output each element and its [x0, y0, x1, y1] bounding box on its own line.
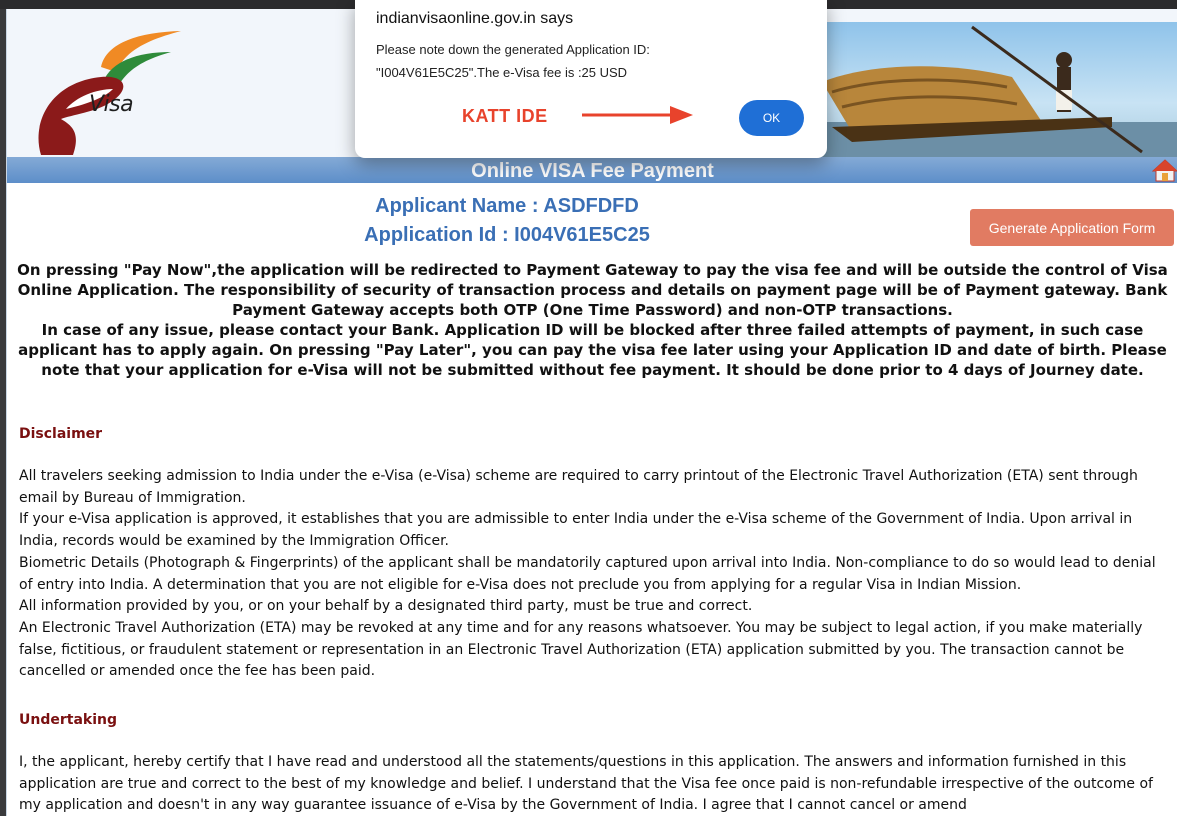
- page-title: Online VISA Fee Payment: [471, 160, 714, 182]
- disclaimer-paragraph: All travelers seeking admission to India…: [19, 468, 1138, 506]
- banner-image: [812, 22, 1177, 157]
- undertaking-paragraph: I, the applicant, hereby certify that I …: [19, 754, 1153, 814]
- evisa-logo-icon: [38, 31, 181, 155]
- annotation-label: KATT IDE: [462, 106, 548, 126]
- dialog-title: indianvisaonline.gov.in says: [376, 10, 574, 27]
- arrow-right-icon: [582, 106, 693, 124]
- applicant-name: Applicant Name : ASDFDFD: [375, 195, 639, 217]
- disclaimer-paragraph: All information provided by you, or on y…: [19, 598, 753, 615]
- disclaimer-title: Disclaimer: [19, 426, 103, 442]
- disclaimer-body: All travelers seeking admission to India…: [19, 466, 1169, 683]
- home-icon[interactable]: [1152, 158, 1177, 182]
- disclaimer-paragraph: Biometric Details (Photograph & Fingerpr…: [19, 554, 1156, 593]
- alert-dialog: indianvisaonline.gov.in says Please note…: [355, 0, 827, 158]
- disclaimer-paragraph: If your e-Visa application is approved, …: [19, 511, 1133, 550]
- payment-notice: On pressing "Pay Now",the application wi…: [7, 260, 1177, 380]
- undertaking-body: I, the applicant, hereby certify that I …: [19, 752, 1169, 816]
- title-bar: Online VISA Fee Payment: [7, 157, 1177, 183]
- notice-paragraph: In case of any issue, please contact you…: [18, 321, 1167, 379]
- logo-text: Visa: [89, 92, 134, 117]
- undertaking-title: Undertaking: [19, 712, 117, 728]
- dialog-message-line: Please note down the generated Applicati…: [376, 42, 650, 57]
- notice-paragraph: On pressing "Pay Now",the application wi…: [17, 261, 1168, 319]
- dialog-message-line: "I004V61E5C25".The e-Visa fee is :25 USD: [376, 65, 628, 80]
- ok-button[interactable]: OK: [739, 100, 804, 136]
- generate-application-form-button[interactable]: Generate Application Form: [970, 209, 1174, 246]
- application-id: Application Id : I004V61E5C25: [364, 224, 650, 246]
- disclaimer-paragraph: An Electronic Travel Authorization (ETA)…: [19, 619, 1143, 680]
